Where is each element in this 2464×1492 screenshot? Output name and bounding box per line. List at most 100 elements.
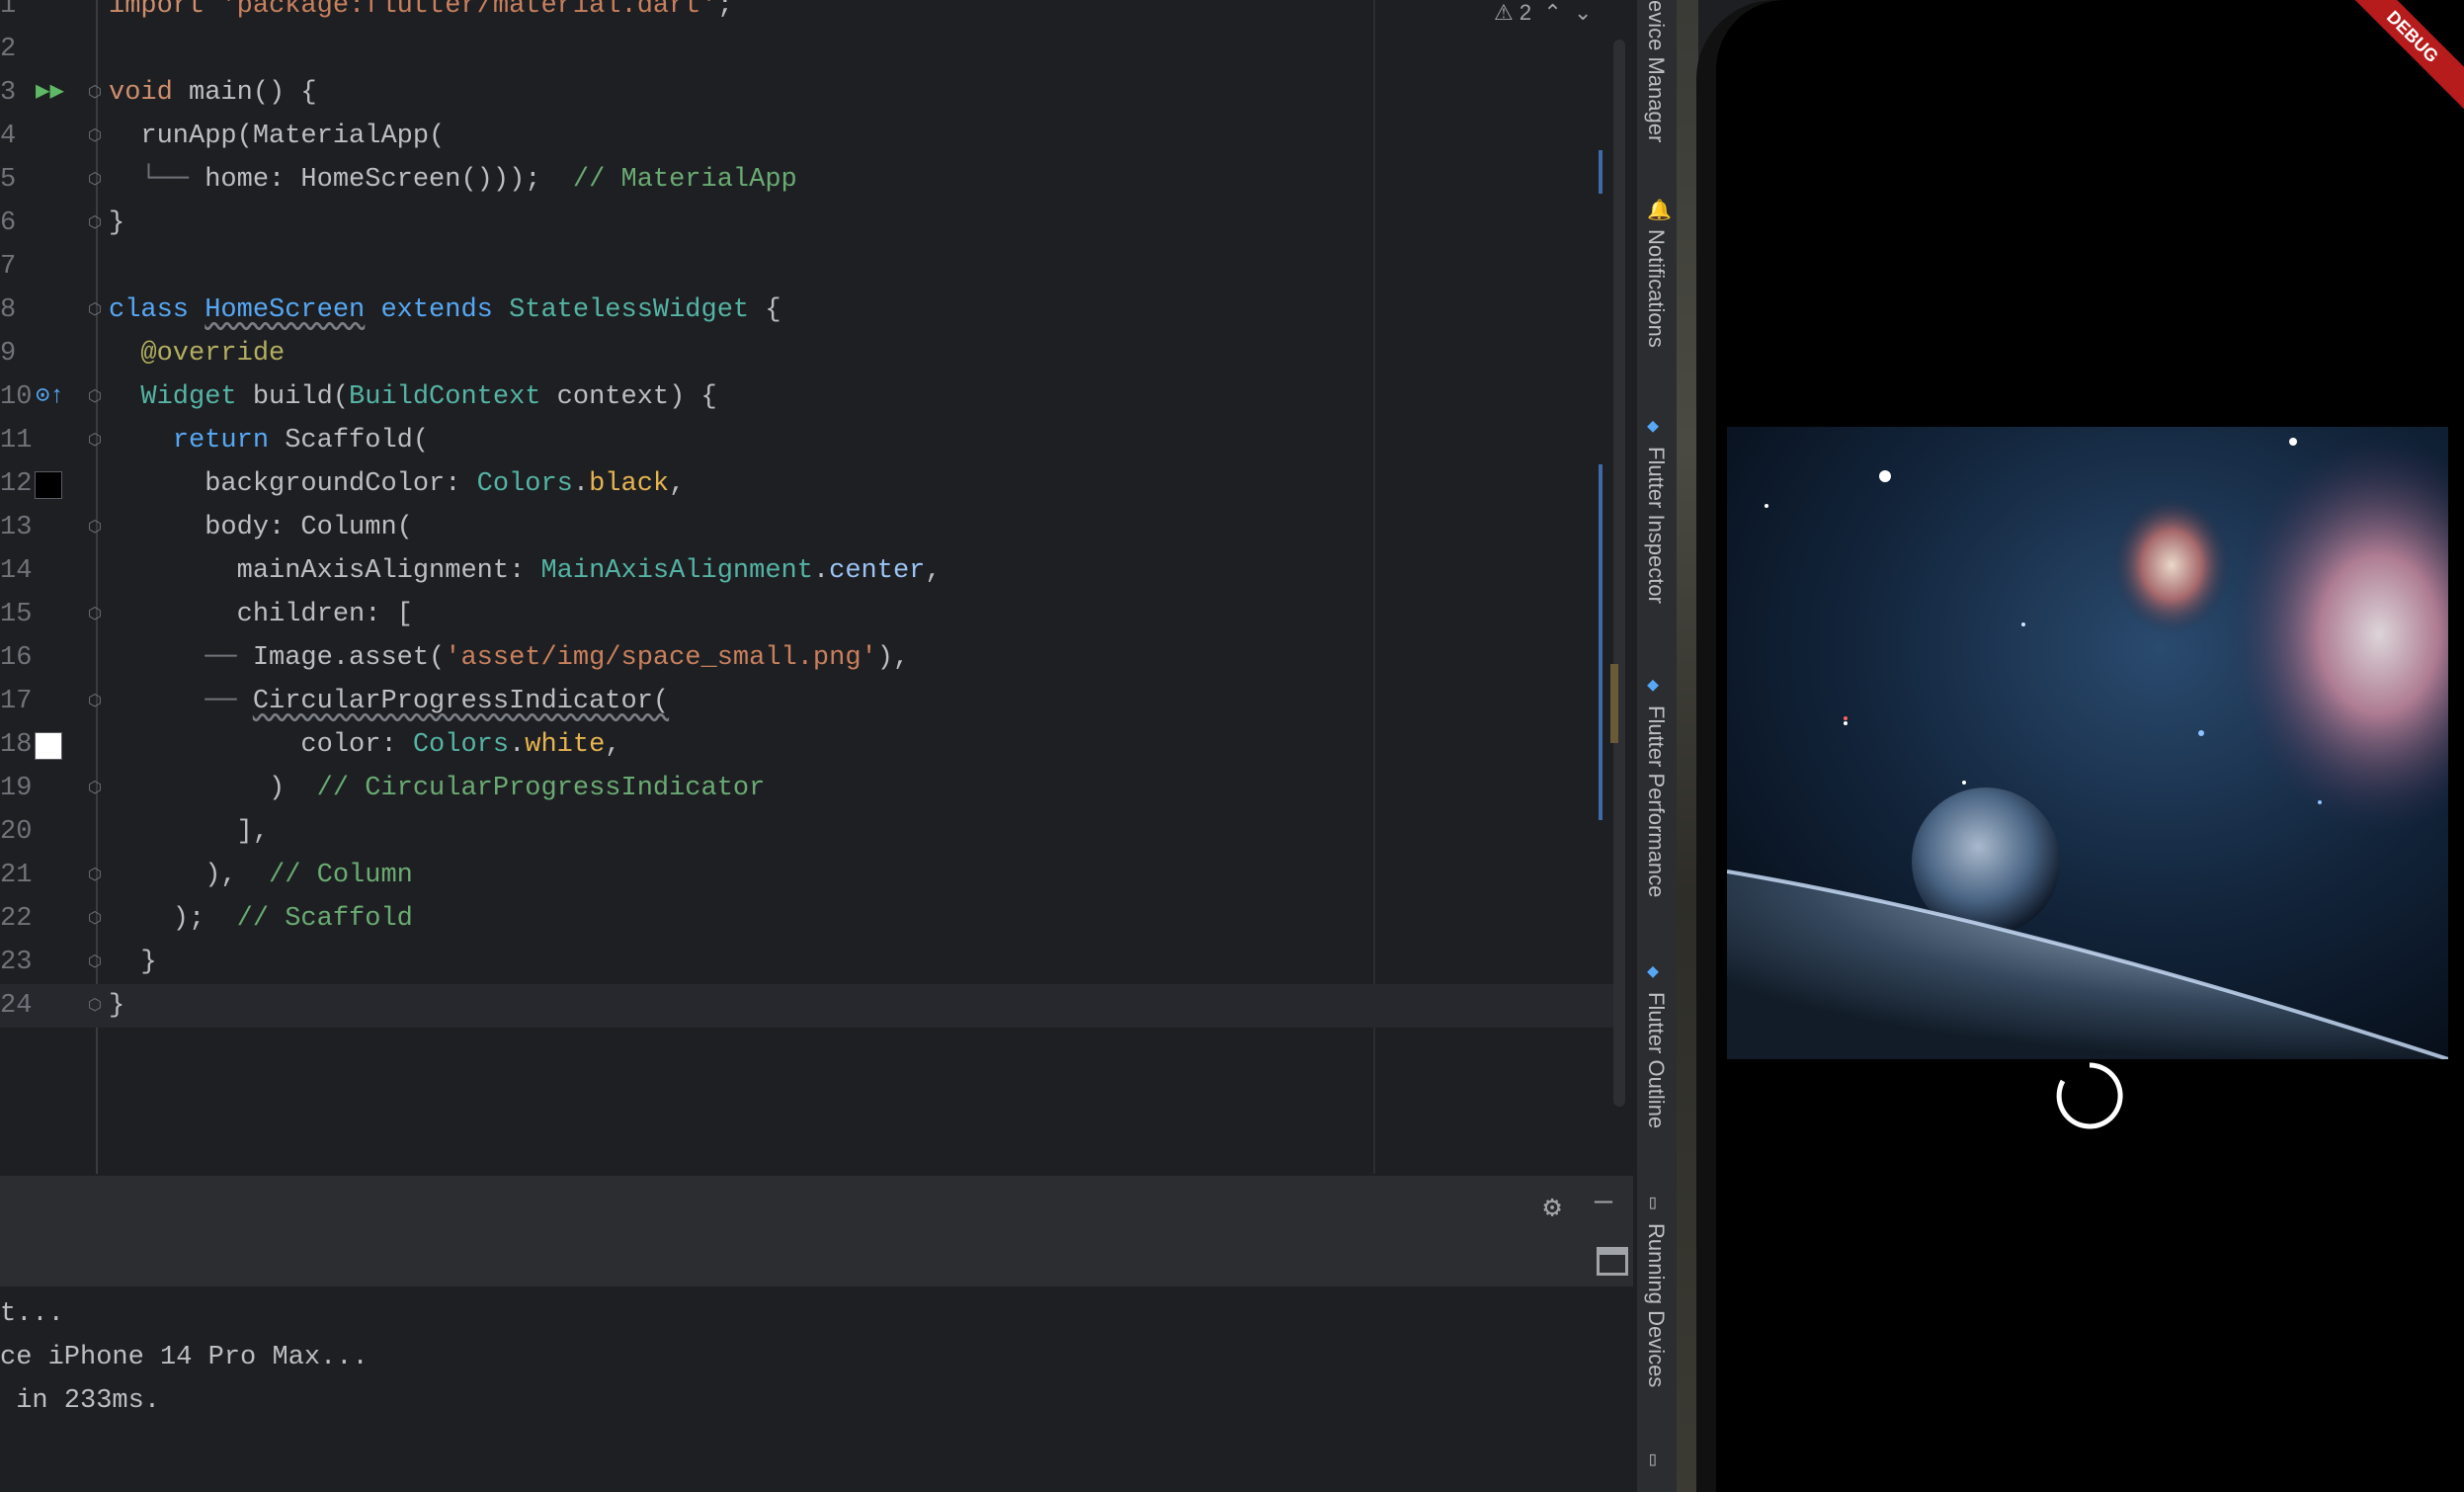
fold-icon[interactable]: ⬡ bbox=[87, 693, 103, 710]
fold-icon[interactable]: ⬡ bbox=[87, 388, 103, 406]
line-number[interactable]: 16 bbox=[0, 636, 32, 680]
code-text: color: Colors.white, bbox=[109, 730, 621, 760]
code-line[interactable]: 17 ⬡ ── CircularProgressIndicator( bbox=[0, 680, 1620, 723]
code-line[interactable]: 1 import 'package:flutter/material.dart'; bbox=[0, 0, 1620, 28]
code-line[interactable]: 12 backgroundColor: Colors.black, bbox=[0, 462, 1620, 506]
editor-scrollbar[interactable] bbox=[1613, 40, 1625, 1107]
line-number[interactable]: 1 bbox=[0, 0, 22, 28]
tab-flutter-outline[interactable]: Flutter Outline bbox=[1643, 992, 1669, 1128]
code-line[interactable]: 8 ⬡ class HomeScreen extends StatelessWidg… bbox=[0, 289, 1620, 332]
space-image bbox=[1727, 427, 2448, 1059]
inspections-widget[interactable]: ⚠ 2 ⌃ ⌄ bbox=[1494, 0, 1592, 25]
color-swatch-black[interactable] bbox=[35, 471, 62, 499]
minimize-icon[interactable]: — bbox=[1595, 1186, 1612, 1219]
fold-icon[interactable]: ⬡ bbox=[87, 780, 103, 797]
line-number[interactable]: 11 bbox=[0, 419, 32, 462]
line-number[interactable]: 4 bbox=[0, 115, 22, 158]
fold-icon[interactable]: ⬡ bbox=[87, 214, 103, 232]
tab-device-manager[interactable]: evice Manager bbox=[1643, 0, 1669, 142]
gear-icon[interactable]: ⚙ bbox=[1543, 1190, 1561, 1226]
code-text: class HomeScreen extends StatelessWidget… bbox=[109, 295, 781, 325]
line-number[interactable]: 21 bbox=[0, 854, 32, 897]
code-line[interactable]: 5 ⬡ └── home: HomeScreen())); // Material… bbox=[0, 158, 1620, 202]
fold-icon[interactable]: ⬡ bbox=[87, 867, 103, 884]
line-number[interactable]: 13 bbox=[0, 506, 32, 549]
fold-icon[interactable]: ⬡ bbox=[87, 127, 103, 145]
code-line[interactable]: 11 ⬡ return Scaffold( bbox=[0, 419, 1620, 462]
console-line: ce iPhone 14 Pro Max... bbox=[0, 1343, 369, 1372]
code-line[interactable]: 18 color: Colors.white, bbox=[0, 723, 1620, 767]
chevron-down-icon[interactable]: ⌄ bbox=[1568, 0, 1592, 25]
line-number[interactable]: 19 bbox=[0, 767, 32, 810]
code-line[interactable]: 15 ⬡ children: [ bbox=[0, 593, 1620, 636]
code-text: mainAxisAlignment: MainAxisAlignment.cen… bbox=[109, 556, 942, 586]
code-line[interactable]: 13 ⬡ body: Column( bbox=[0, 506, 1620, 549]
line-number[interactable]: 24 bbox=[0, 984, 32, 1028]
fold-icon[interactable]: ⬡ bbox=[87, 519, 103, 537]
override-icon[interactable]: ⊙↑ bbox=[36, 383, 64, 411]
tab-notifications[interactable]: Notifications bbox=[1643, 229, 1669, 348]
change-marker bbox=[1599, 150, 1602, 194]
chevron-up-icon[interactable]: ⌃ bbox=[1537, 0, 1561, 25]
change-marker bbox=[1599, 464, 1602, 820]
code-line[interactable]: 9 @override bbox=[0, 332, 1620, 375]
tab-running-devices[interactable]: Running Devices bbox=[1643, 1223, 1669, 1387]
code-line[interactable]: 21 ⬡ ), // Column bbox=[0, 854, 1620, 897]
code-line[interactable]: 4 ⬡ runApp(MaterialApp( bbox=[0, 115, 1620, 158]
code-text: return Scaffold( bbox=[172, 426, 430, 456]
run-icon[interactable]: ▶▶ bbox=[36, 79, 64, 107]
fold-icon[interactable]: ⬡ bbox=[87, 84, 103, 102]
fold-icon[interactable]: ⬡ bbox=[87, 171, 103, 189]
code-line[interactable]: 16 ── Image.asset('asset/img/space_small… bbox=[0, 636, 1620, 680]
line-number[interactable]: 23 bbox=[0, 941, 32, 984]
flutter-icon: ◆ bbox=[1647, 675, 1660, 698]
line-number[interactable]: 2 bbox=[0, 28, 22, 71]
scroll-thumb-marker bbox=[1610, 664, 1618, 743]
line-number[interactable]: 18 bbox=[0, 723, 32, 767]
tab-flutter-performance[interactable]: Flutter Performance bbox=[1643, 705, 1669, 897]
code-line[interactable]: 3 ▶▶ ⬡ void main() { bbox=[0, 71, 1620, 115]
fold-icon[interactable]: ⬡ bbox=[87, 910, 103, 928]
line-number[interactable]: 17 bbox=[0, 680, 32, 723]
code-text: children: [ bbox=[109, 600, 413, 629]
code-line[interactable]: 24 ⬡} bbox=[0, 984, 1620, 1028]
code-text: Widget build(BuildContext context) { bbox=[140, 382, 717, 412]
fold-icon[interactable]: ⬡ bbox=[87, 606, 103, 623]
code-line[interactable]: 7 bbox=[0, 245, 1620, 289]
color-swatch-white[interactable] bbox=[35, 732, 62, 760]
code-line[interactable]: 22 ⬡ ); // Scaffold bbox=[0, 897, 1620, 941]
line-number[interactable]: 12 bbox=[0, 462, 32, 506]
code-text: import 'package:flutter/material.dart'; bbox=[109, 0, 733, 21]
fold-icon[interactable]: ⬡ bbox=[87, 953, 103, 971]
code-line[interactable]: 20 ], bbox=[0, 810, 1620, 854]
fold-icon[interactable]: ⬡ bbox=[87, 432, 103, 450]
flutter-icon: ◆ bbox=[1647, 416, 1660, 439]
line-number[interactable]: 6 bbox=[0, 202, 22, 245]
line-number[interactable]: 8 bbox=[0, 289, 22, 332]
code-text: } bbox=[109, 991, 125, 1021]
fold-icon[interactable]: ⬡ bbox=[87, 997, 103, 1015]
code-text: @override bbox=[140, 339, 286, 369]
code-text: body: Column( bbox=[109, 513, 413, 542]
code-line[interactable]: 10 ⊙↑ ⬡ Widget build(BuildContext context)… bbox=[0, 375, 1620, 419]
line-number[interactable]: 5 bbox=[0, 158, 22, 202]
tab-flutter-inspector[interactable]: Flutter Inspector bbox=[1643, 447, 1669, 604]
desktop-background bbox=[1677, 0, 1698, 1492]
code-line[interactable]: 19 ⬡ ) // CircularProgressIndicator bbox=[0, 767, 1620, 810]
line-number[interactable]: 14 bbox=[0, 549, 32, 593]
code-line[interactable]: 14 mainAxisAlignment: MainAxisAlignment.… bbox=[0, 549, 1620, 593]
line-number[interactable]: 15 bbox=[0, 593, 32, 636]
layout-icon[interactable] bbox=[1597, 1247, 1628, 1276]
line-number[interactable]: 9 bbox=[0, 332, 22, 375]
fold-icon[interactable]: ⬡ bbox=[87, 301, 103, 319]
line-number[interactable]: 20 bbox=[0, 810, 32, 854]
run-console[interactable]: t... ce iPhone 14 Pro Max... in 233ms. bbox=[0, 1286, 1633, 1492]
code-line[interactable]: 2 bbox=[0, 28, 1620, 71]
code-line[interactable]: 6 ⬡} bbox=[0, 202, 1620, 245]
code-line[interactable]: 23 ⬡ } bbox=[0, 941, 1620, 984]
line-number[interactable]: 3 bbox=[0, 71, 22, 115]
code-editor[interactable]: 1 import 'package:flutter/material.dart';… bbox=[0, 0, 1633, 1174]
line-number[interactable]: 10 bbox=[0, 375, 32, 419]
line-number[interactable]: 22 bbox=[0, 897, 32, 941]
line-number[interactable]: 7 bbox=[0, 245, 22, 289]
